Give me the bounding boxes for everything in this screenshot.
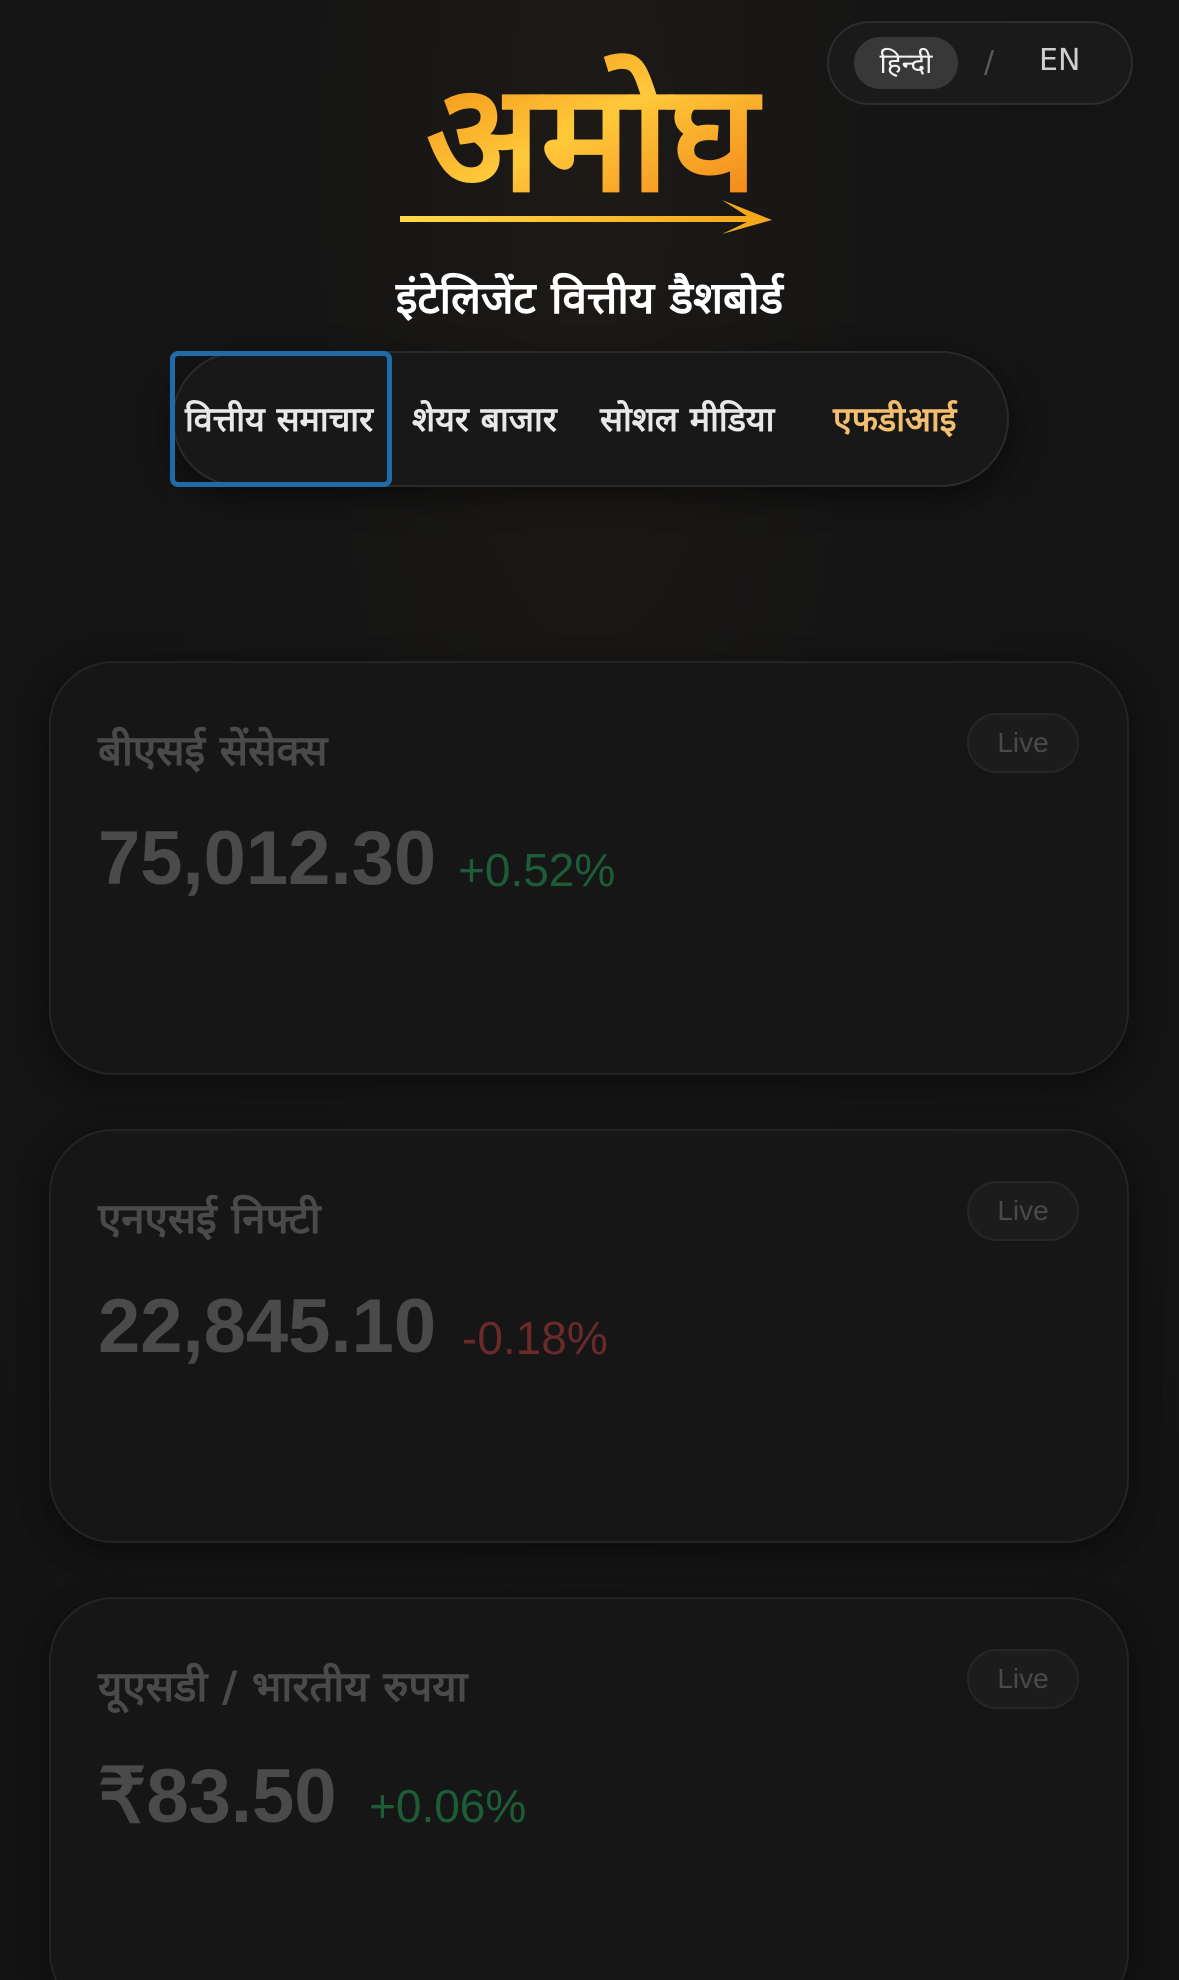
dashboard-subtitle: इंटेलिजेंट वित्तीय डैशबोर्ड <box>395 273 784 324</box>
tab-social-media[interactable]: सोशल मीडिया <box>600 395 774 441</box>
logo-text: अमोघ <box>426 52 763 226</box>
lang-en-button[interactable]: EN <box>1039 43 1080 78</box>
main-nav: वित्तीय समाचार शेयर बाजार सोशल मीडिया एफ… <box>170 351 1009 487</box>
usd-inr-card[interactable]: यूएसडी / भारतीय रुपया Live ₹83.50 +0.06% <box>49 1597 1129 1980</box>
card-title: यूएसडी / भारतीय रुपया <box>98 1662 468 1711</box>
lang-hindi-button[interactable]: हिन्दी <box>854 37 958 89</box>
live-badge: Live <box>967 1181 1079 1241</box>
live-badge: Live <box>967 1649 1079 1709</box>
tab-stock-market[interactable]: शेयर बाजार <box>412 395 557 441</box>
card-value: 75,012.30 <box>98 816 437 901</box>
card-value: 22,845.10 <box>98 1284 437 1369</box>
card-change: +0.52% <box>458 844 616 896</box>
lang-separator: / <box>984 45 995 80</box>
card-title: एनएसई निफ्टी <box>98 1194 321 1243</box>
nifty-card[interactable]: एनएसई निफ्टी Live 22,845.10 -0.18% <box>49 1129 1129 1543</box>
card-value: ₹83.50 <box>98 1754 337 1839</box>
tab-fdi[interactable]: एफडीआई <box>833 395 956 441</box>
sensex-card[interactable]: बीएसई सेंसेक्स Live 75,012.30 +0.52% <box>49 661 1129 1075</box>
tab-financial-news[interactable]: वित्तीय समाचार <box>185 395 373 441</box>
brand-logo: अमोघ <box>400 52 772 234</box>
card-change: -0.18% <box>462 1312 608 1364</box>
card-change: +0.06% <box>369 1780 527 1832</box>
card-title: बीएसई सेंसेक्स <box>98 726 328 775</box>
live-badge: Live <box>967 713 1079 773</box>
language-toggle[interactable]: हिन्दी / EN <box>827 21 1133 105</box>
